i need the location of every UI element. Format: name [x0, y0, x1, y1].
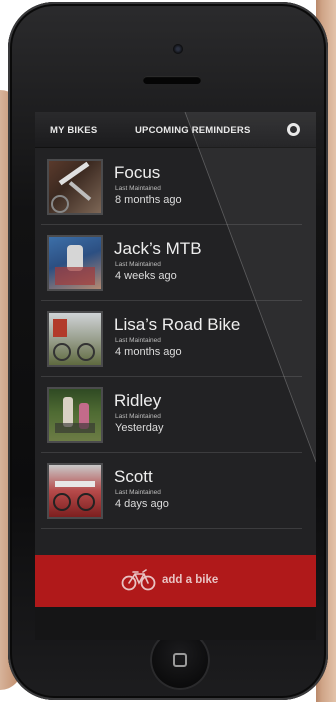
add-bike-label: add a bike: [162, 574, 219, 586]
bike-name: Jack’s MTB: [114, 239, 202, 258]
bike-thumbnail: [47, 235, 103, 291]
app-screen: MY BIKES UPCOMING REMINDERS Focus Last M…: [35, 112, 316, 640]
last-maintained-label: Last Maintained: [115, 261, 161, 268]
bottom-area: [35, 607, 316, 640]
last-maintained-value: Yesterday: [115, 422, 164, 434]
last-maintained-label: Last Maintained: [115, 337, 161, 344]
bike-name: Lisa’s Road Bike: [114, 315, 241, 334]
top-nav: MY BIKES UPCOMING REMINDERS: [35, 112, 316, 148]
gear-icon[interactable]: [287, 123, 300, 136]
bike-list-item[interactable]: Ridley Last Maintained Yesterday: [41, 377, 302, 453]
last-maintained-value: 4 months ago: [115, 346, 182, 358]
add-bike-button[interactable]: add a bike: [35, 555, 316, 607]
last-maintained-label: Last Maintained: [115, 413, 161, 420]
bike-list-item[interactable]: Lisa’s Road Bike Last Maintained 4 month…: [41, 301, 302, 377]
bike-list-item[interactable]: Scott Last Maintained 4 days ago: [41, 453, 302, 529]
bike-name: Scott: [114, 467, 153, 486]
last-maintained-value: 4 days ago: [115, 498, 169, 510]
last-maintained-label: Last Maintained: [115, 489, 161, 496]
last-maintained-value: 4 weeks ago: [115, 270, 177, 282]
tab-my-bikes[interactable]: MY BIKES: [50, 125, 97, 136]
last-maintained-value: 8 months ago: [115, 194, 182, 206]
bike-thumbnail: [47, 387, 103, 443]
home-square-icon: [173, 653, 187, 667]
bike-name: Focus: [114, 163, 161, 182]
bike-name: Ridley: [114, 391, 162, 410]
front-camera: [173, 44, 183, 54]
last-maintained-label: Last Maintained: [115, 185, 161, 192]
bike-list-item[interactable]: Focus Last Maintained 8 months ago: [41, 149, 302, 225]
bike-thumbnail: [47, 463, 103, 519]
bike-list-item[interactable]: Jack’s MTB Last Maintained 4 weeks ago: [41, 225, 302, 301]
bike-thumbnail: [47, 311, 103, 367]
tab-upcoming-reminders[interactable]: UPCOMING REMINDERS: [135, 125, 251, 136]
bicycle-icon: [121, 569, 156, 591]
bike-thumbnail: [47, 159, 103, 215]
earpiece-speaker: [143, 76, 201, 84]
